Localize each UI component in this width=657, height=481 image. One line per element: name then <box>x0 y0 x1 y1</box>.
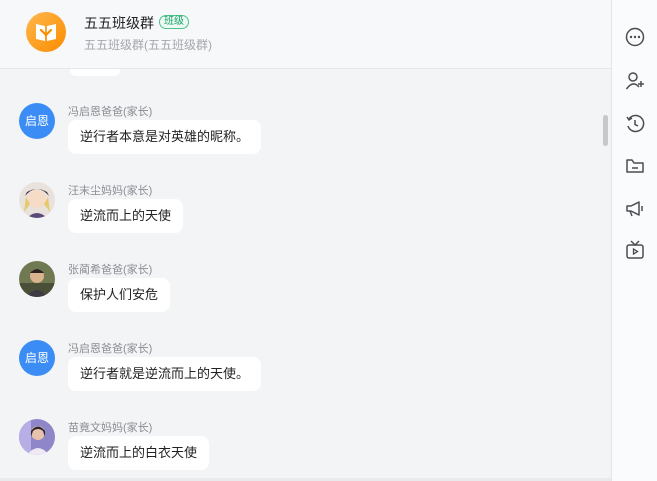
sender-name: 冯启恩爸爸(家长) <box>68 343 153 355</box>
message-item: 汪末尘妈妈(家长) 逆流而上的天使 <box>0 178 600 258</box>
message-item: 张蔺希爸爸(家长) 保护人们安危 <box>0 257 600 337</box>
avatar[interactable] <box>19 419 55 455</box>
message-item: 启恩 冯启恩爸爸(家长) 逆行者就是逆流而上的天使。 <box>0 335 600 415</box>
chat-panel: 五五班级群 班级 五五班级群(五五班级群) 启恩 冯启恩爸爸(家长) 逆行者本意… <box>0 0 612 481</box>
sender-name: 张蔺希爸爸(家长) <box>68 264 153 276</box>
group-avatar[interactable] <box>26 12 66 52</box>
history-icon[interactable] <box>625 114 645 134</box>
message-item: 启恩 冯启恩爸爸(家长) 逆行者本意是对英雄的昵称。 <box>0 99 600 179</box>
live-tv-icon[interactable] <box>625 240 645 260</box>
add-member-icon[interactable] <box>625 71 645 91</box>
anime-avatar-icon <box>19 182 55 218</box>
avatar[interactable]: 启恩 <box>19 340 55 376</box>
message-bubble[interactable]: 逆流而上的天使 <box>68 199 184 233</box>
message-item: 苗竟文妈妈(家长) 逆流而上的白衣天使 <box>0 414 600 480</box>
avatar[interactable]: 启恩 <box>19 103 55 139</box>
sender-name: 苗竟文妈妈(家长) <box>68 422 153 434</box>
sender-name: 冯启恩爸爸(家长) <box>68 106 153 118</box>
announcement-icon[interactable] <box>625 198 645 218</box>
avatar[interactable] <box>19 182 55 218</box>
message-bubble[interactable]: 逆流而上的白衣天使 <box>68 436 210 470</box>
folder-icon[interactable] <box>625 156 645 176</box>
message-bubble[interactable]: 逆行者本意是对英雄的昵称。 <box>68 120 262 154</box>
sender-name: 汪末尘妈妈(家长) <box>68 185 153 197</box>
avatar[interactable] <box>19 261 55 297</box>
more-icon[interactable] <box>625 27 645 47</box>
photo-avatar-icon <box>19 261 55 297</box>
group-title: 五五班级群 <box>84 15 154 31</box>
right-toolbar <box>612 0 657 481</box>
message-scrollbar[interactable] <box>603 115 608 146</box>
previous-message-bubble <box>70 69 120 76</box>
group-subtitle: 五五班级群(五五班级群) <box>84 38 212 52</box>
message-bubble[interactable]: 保护人们安危 <box>68 278 171 312</box>
book-icon <box>36 24 56 41</box>
photo-avatar-icon <box>19 419 55 455</box>
chat-header: 五五班级群 班级 五五班级群(五五班级群) <box>0 0 611 69</box>
class-tag-badge: 班级 <box>159 15 189 29</box>
message-list[interactable]: 启恩 冯启恩爸爸(家长) 逆行者本意是对英雄的昵称。 汪末尘妈妈(家长) 逆流而… <box>0 69 603 480</box>
message-bubble[interactable]: 逆行者就是逆流而上的天使。 <box>68 357 262 391</box>
